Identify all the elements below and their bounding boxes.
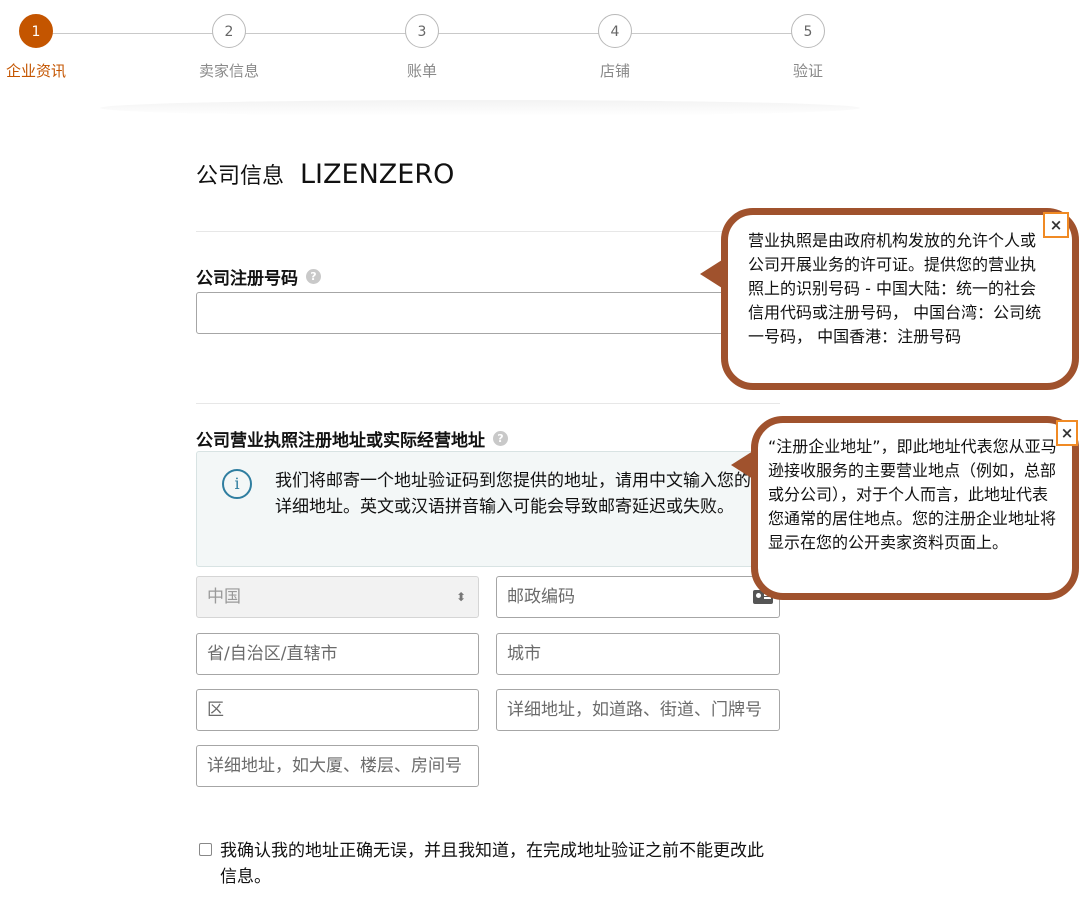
step-4[interactable]: 4 店铺 — [555, 14, 675, 81]
license-tooltip: 营业执照是由政府机构发放的允许个人或公司开展业务的许可证。提供您的营业执照上的识… — [721, 208, 1079, 390]
step-1[interactable]: 1 企业资讯 — [0, 14, 96, 81]
address-label: 公司营业执照注册地址或实际经营地址 ? — [196, 426, 508, 451]
sort-arrows-icon: ⬍ — [455, 590, 466, 604]
step-1-label: 企业资讯 — [5, 62, 66, 80]
info-icon: i — [222, 469, 252, 499]
company-name: LIZENZERO — [300, 159, 455, 190]
confirm-checkbox[interactable] — [199, 843, 212, 856]
address-tooltip: “注册企业地址”，即此地址代表您从亚马逊接收服务的主要营业地点（例如，总部或分公… — [751, 416, 1079, 600]
step-3[interactable]: 3 账单 — [362, 14, 482, 81]
postal-code-placeholder: 邮政编码 — [507, 587, 575, 607]
tooltip-arrow — [700, 260, 722, 288]
step-4-circle: 4 — [598, 14, 632, 48]
address-info-text: 我们将邮寄一个地址验证码到您提供的地址，请用中文输入您的详细地址。英文或汉语拼音… — [275, 471, 751, 517]
header-shadow — [100, 100, 860, 116]
close-icon[interactable]: × — [1043, 212, 1069, 238]
step-5-label: 验证 — [792, 62, 823, 80]
confirm-row: 我确认我的地址正确无误，并且我知道，在完成地址验证之前不能更改此信息。 — [199, 838, 780, 890]
address-tooltip-text: “注册企业地址”，即此地址代表您从亚马逊接收服务的主要营业地点（例如，总部或分公… — [768, 437, 1057, 552]
divider — [196, 403, 780, 404]
province-input[interactable]: 省/自治区/直辖市 — [196, 633, 479, 675]
step-2[interactable]: 2 卖家信息 — [169, 14, 289, 81]
step-1-circle: 1 — [19, 14, 53, 48]
country-select[interactable]: 中国 ⬍ — [196, 576, 479, 618]
step-5-circle: 5 — [791, 14, 825, 48]
tooltip-arrow — [731, 451, 753, 479]
step-3-label: 账单 — [406, 62, 437, 80]
question-circle-icon[interactable]: ? — [493, 431, 508, 446]
street-address-input[interactable]: 详细地址，如道路、街道、门牌号 — [496, 689, 780, 731]
close-icon[interactable]: × — [1056, 420, 1078, 446]
confirm-text: 我确认我的地址正确无误，并且我知道，在完成地址验证之前不能更改此信息。 — [220, 841, 764, 887]
building-address-input[interactable]: 详细地址，如大厦、楼层、房间号 — [196, 745, 479, 787]
address-info-box: i 我们将邮寄一个地址验证码到您提供的地址，请用中文输入您的详细地址。英文或汉语… — [196, 451, 780, 567]
step-2-circle: 2 — [212, 14, 246, 48]
company-header: 公司信息 LIZENZERO — [196, 158, 454, 190]
city-input[interactable]: 城市 — [496, 633, 780, 675]
step-2-label: 卖家信息 — [198, 62, 259, 80]
registration-number-label: 公司注册号码 ? — [196, 264, 321, 289]
license-tooltip-text: 营业执照是由政府机构发放的允许个人或公司开展业务的许可证。提供您的营业执照上的识… — [748, 231, 1042, 346]
country-value: 中国 — [207, 587, 241, 607]
registration-number-label-text: 公司注册号码 — [196, 269, 298, 289]
address-label-text: 公司营业执照注册地址或实际经营地址 — [196, 431, 485, 451]
district-input[interactable]: 区 — [196, 689, 479, 731]
question-circle-icon[interactable]: ? — [306, 269, 321, 284]
step-5[interactable]: 5 验证 — [748, 14, 868, 81]
progress-stepper: 1 企业资讯 2 卖家信息 3 账单 4 店铺 5 验证 — [0, 0, 1080, 100]
step-4-label: 店铺 — [599, 62, 630, 80]
postal-code-input[interactable]: 邮政编码 — [496, 576, 780, 618]
divider — [196, 231, 780, 232]
company-info-label: 公司信息 — [196, 164, 285, 189]
step-3-circle: 3 — [405, 14, 439, 48]
registration-number-input[interactable] — [196, 292, 780, 334]
